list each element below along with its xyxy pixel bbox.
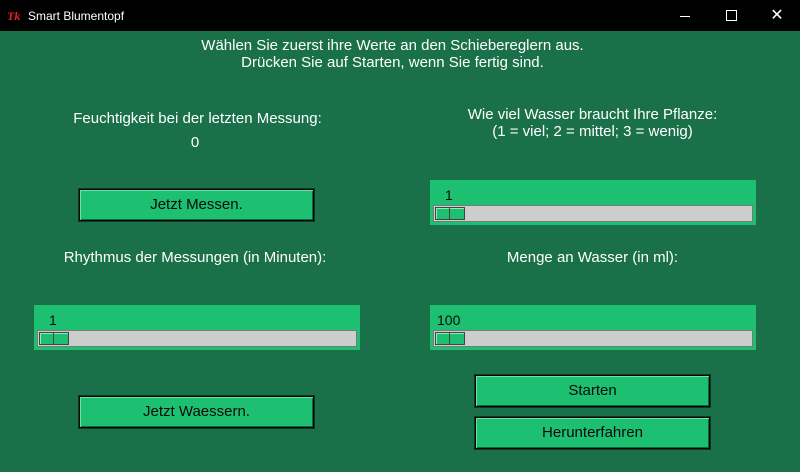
rhythm-scale-trough[interactable] (37, 330, 357, 347)
minimize-button[interactable] (662, 0, 708, 31)
water-need-line-2: (1 = viel; 2 = mittel; 3 = wenig) (492, 123, 693, 140)
close-button[interactable]: ✕ (754, 0, 800, 31)
rhythm-label: Rhythmus der Messungen (in Minuten): (63, 249, 327, 266)
water-amount-scale-trough[interactable] (433, 330, 753, 347)
maximize-button[interactable] (708, 0, 754, 31)
slider-grip (449, 208, 450, 219)
shutdown-button[interactable]: Herunterfahren (475, 417, 710, 449)
rhythm-scale[interactable]: 1 (34, 305, 360, 350)
title-bar: Tk Smart Blumentopf ✕ (0, 0, 800, 31)
intro-line-2: Drücken Sie auf Starten, wenn Sie fertig… (241, 54, 544, 71)
water-now-button[interactable]: Jetzt Waessern. (79, 396, 314, 428)
minimize-icon (680, 16, 690, 17)
rhythm-scale-value: 1 (49, 312, 57, 328)
water-need-label: Wie viel Wasser braucht Ihre Pflanze: (1… (415, 106, 770, 140)
rhythm-scale-slider[interactable] (39, 332, 69, 345)
maximize-icon (726, 10, 737, 21)
slider-grip (449, 333, 450, 344)
water-amount-scale[interactable]: 100 (430, 305, 756, 350)
water-need-scale[interactable]: 1 (430, 180, 756, 225)
start-button[interactable]: Starten (475, 375, 710, 407)
close-icon: ✕ (770, 7, 784, 24)
moisture-value: 0 (190, 134, 200, 151)
water-amount-label: Menge an Wasser (in ml): (506, 249, 679, 266)
slider-grip (53, 333, 54, 344)
water-amount-scale-slider[interactable] (435, 332, 465, 345)
intro-text: Wählen Sie zuerst ihre Werte an den Schi… (0, 37, 785, 71)
intro-line-1: Wählen Sie zuerst ihre Werte an den Schi… (201, 37, 584, 54)
water-amount-scale-value: 100 (437, 312, 461, 328)
water-need-scale-value: 1 (445, 187, 453, 203)
water-need-line-1: Wie viel Wasser braucht Ihre Pflanze: (467, 106, 718, 123)
measure-now-button[interactable]: Jetzt Messen. (79, 189, 314, 221)
window-title: Smart Blumentopf (28, 9, 125, 23)
water-need-scale-trough[interactable] (433, 205, 753, 222)
moisture-label: Feuchtigkeit bei der letzten Messung: (73, 110, 322, 127)
water-need-scale-slider[interactable] (435, 207, 465, 220)
tk-logo-icon: Tk (7, 9, 21, 23)
